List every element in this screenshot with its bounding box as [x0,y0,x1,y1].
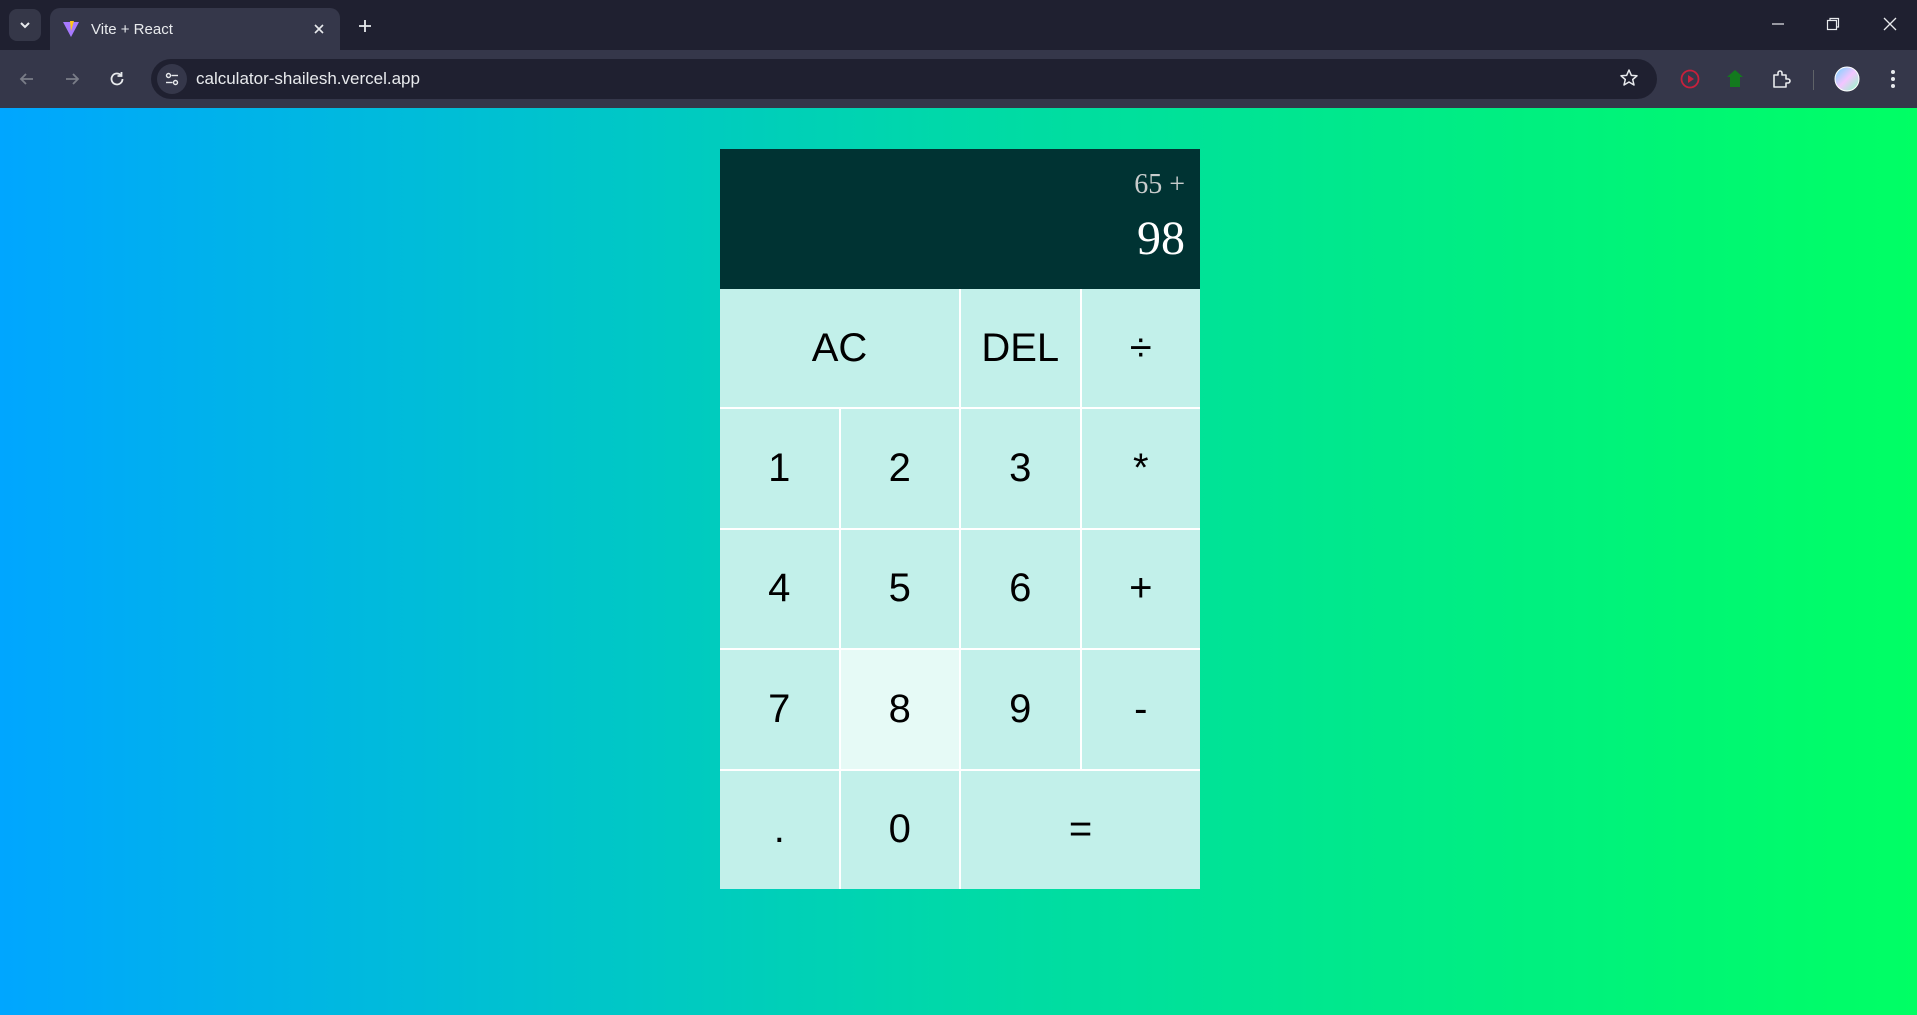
toolbar-separator [1813,70,1814,90]
divide-button[interactable]: ÷ [1081,289,1200,408]
digit-6-button[interactable]: 6 [961,529,1080,649]
digit-9-button[interactable]: 9 [961,650,1080,769]
reload-button[interactable] [101,63,133,95]
decimal-button[interactable]: . [720,770,839,889]
url-text: calculator-shailesh.vercel.app [196,69,420,88]
minimize-icon [1772,23,1784,25]
menu-kebab-icon[interactable] [1878,64,1908,94]
forward-arrow-icon [66,73,80,85]
close-icon [1883,17,1897,31]
restore-icon [1826,17,1840,31]
tune-icon [165,72,179,86]
keypad: AC DEL ÷ 1 2 3 * 4 5 6 + 7 8 9 - . 0 = [720,289,1200,889]
minus-button[interactable]: - [1081,650,1200,769]
back-button[interactable] [11,63,43,95]
equals-button[interactable]: = [961,770,1200,889]
bookmark-star-icon[interactable] [1619,68,1639,93]
calculator: 65 + 98 AC DEL ÷ 1 2 3 * 4 5 6 + 7 8 9 -… [720,149,1200,889]
digit-2-button[interactable]: 2 [840,409,959,528]
reload-icon [110,72,124,86]
calculator-display: 65 + 98 [720,149,1200,289]
plus-button[interactable]: + [1081,529,1200,649]
active-tab[interactable]: Vite + React [50,8,340,50]
extensions-puzzle-icon[interactable] [1766,64,1796,94]
digit-3-button[interactable]: 3 [961,409,1080,528]
restore-button[interactable] [1813,8,1853,40]
previous-operand: 65 + [1134,169,1185,200]
browser-toolbar: calculator-shailesh.vercel.app [0,50,1917,108]
digit-1-button[interactable]: 1 [720,409,839,528]
digit-0-button[interactable]: 0 [840,770,959,889]
tab-title: Vite + React [91,20,173,38]
current-operand: 98 [1137,212,1185,265]
tab-search-button[interactable] [9,9,41,41]
close-window-button[interactable] [1870,8,1910,40]
site-info-button[interactable] [157,64,187,94]
minimize-button[interactable] [1758,8,1798,40]
extension-green-icon[interactable] [1720,64,1750,94]
delete-button[interactable]: DEL [961,289,1080,408]
digit-5-button[interactable]: 5 [840,529,959,649]
new-tab-button[interactable] [352,13,378,39]
multiply-button[interactable]: * [1081,409,1200,528]
digit-4-button[interactable]: 4 [720,529,839,649]
close-tab-icon[interactable] [310,20,328,38]
forward-button[interactable] [56,63,88,95]
all-clear-button[interactable]: AC [720,289,959,408]
vite-logo-icon [63,21,79,37]
tab-bar: Vite + React [0,0,1917,50]
page-background: 65 + 98 AC DEL ÷ 1 2 3 * 4 5 6 + 7 8 9 -… [0,108,1917,1015]
extension-record-icon[interactable] [1675,64,1705,94]
back-arrow-icon [19,73,33,85]
profile-avatar[interactable] [1832,64,1862,94]
digit-8-button[interactable]: 8 [840,650,959,769]
plus-icon [359,20,371,32]
chevron-down-icon [20,22,30,29]
digit-7-button[interactable]: 7 [720,650,839,769]
address-bar[interactable]: calculator-shailesh.vercel.app [151,59,1657,99]
